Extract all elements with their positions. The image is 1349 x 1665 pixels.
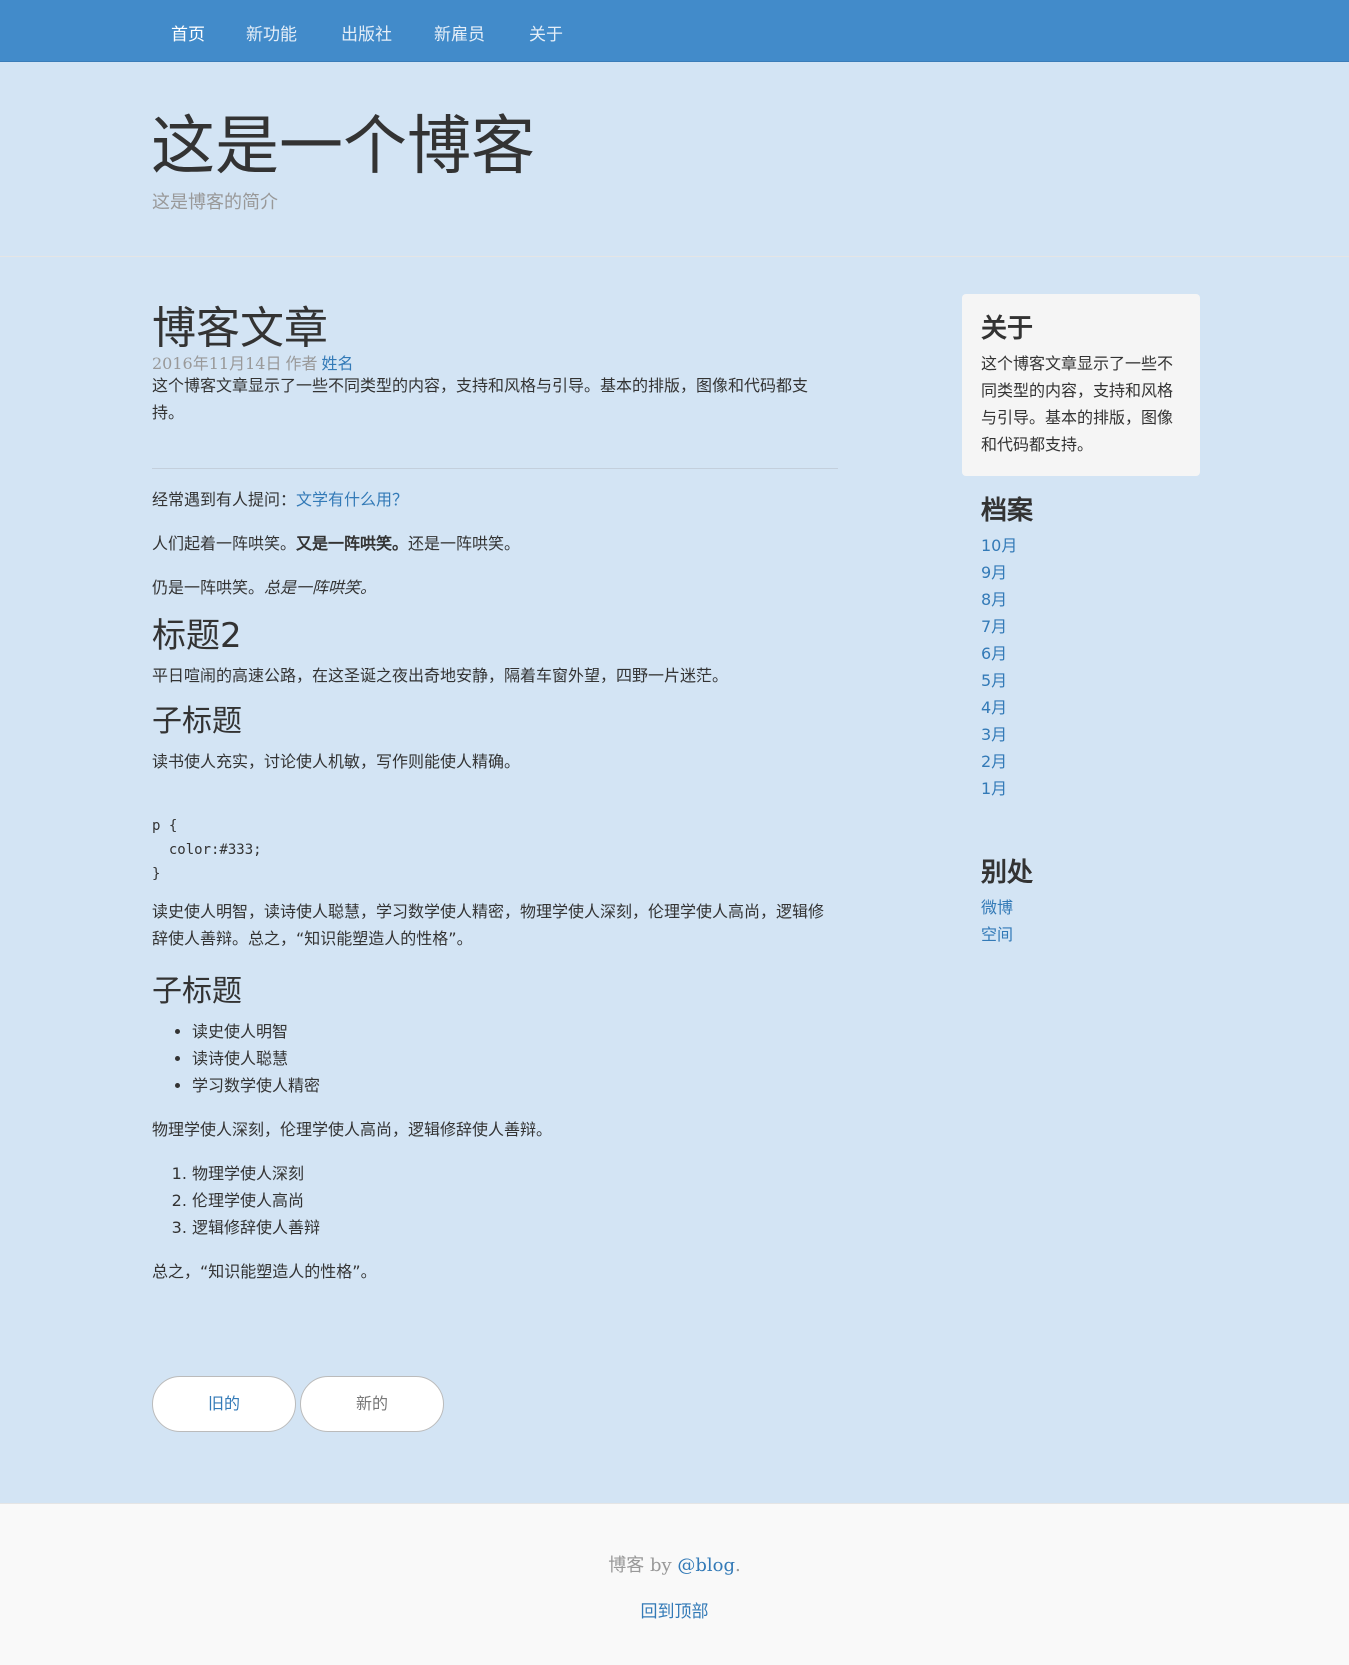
- code-block: p { color:#333; }: [152, 818, 262, 882]
- list-item: 读史使人明智: [192, 1018, 320, 1045]
- archive-link[interactable]: 10月: [981, 532, 1017, 559]
- paragraph-conclusion: 总之，“知识能塑造人的性格”。: [152, 1262, 377, 1281]
- list-item: 伦理学使人高尚: [192, 1187, 320, 1214]
- archive-link[interactable]: 6月: [981, 640, 1017, 667]
- archive-link[interactable]: 3月: [981, 721, 1017, 748]
- paragraph-reading: 读书使人充实，讨论使人机敏，写作则能使人精确。: [152, 752, 521, 771]
- footer-credit: 博客 by @blog.: [0, 1551, 1349, 1577]
- paragraph-question: 经常遇到有人提问：文学有什么用？: [152, 486, 838, 513]
- post-author-link[interactable]: 姓名: [321, 354, 353, 373]
- back-to-top-wrap: 回到顶部: [0, 1597, 1349, 1622]
- archive-link[interactable]: 1月: [981, 775, 1017, 802]
- question-text: 经常遇到有人提问：: [152, 490, 297, 509]
- laughter-text-1: 人们起着一阵哄笑。: [152, 534, 297, 553]
- post-meta: 2016年11月14日 作者 姓名: [152, 350, 353, 374]
- post-intro: 这个博客文章显示了一些不同类型的内容，支持和风格与引导。基本的排版，图像和代码都…: [152, 376, 809, 422]
- footer: 博客 by @blog. 回到顶部: [0, 1503, 1349, 1665]
- archive-link[interactable]: 9月: [981, 559, 1017, 586]
- question-link[interactable]: 文学有什么用？: [296, 490, 408, 509]
- laughter-text-italic: 总是一阵哄笑。: [264, 578, 377, 597]
- back-to-top-link[interactable]: 回到顶部: [641, 1602, 709, 1622]
- footer-credit-prefix: 博客 by: [608, 1555, 678, 1576]
- sidebar-archive-list: 10月 9月 8月 7月 6月 5月 4月 3月 2月 1月: [981, 532, 1017, 802]
- unordered-list: 读史使人明智 读诗使人聪慧 学习数学使人精密: [192, 1018, 320, 1099]
- list-item: 读诗使人聪慧: [192, 1045, 320, 1072]
- archive-link[interactable]: 2月: [981, 748, 1017, 775]
- sidebar-elsewhere-list: 微博 空间: [981, 894, 1013, 948]
- paragraph-physics: 物理学使人深刻，伦理学使人高尚，逻辑修辞使人善辩。: [152, 1120, 553, 1139]
- sidebar-elsewhere-title: 别处: [981, 858, 1034, 888]
- footer-credit-link[interactable]: @blog: [677, 1555, 735, 1576]
- nav-item-new-features[interactable]: 新功能: [246, 20, 297, 45]
- archive-link[interactable]: 5月: [981, 667, 1017, 694]
- top-navbar: 首页 新功能 出版社 新雇员 关于: [0, 0, 1349, 62]
- archive-link[interactable]: 7月: [981, 613, 1017, 640]
- list-item: 物理学使人深刻: [192, 1160, 320, 1187]
- sidebar-about-title: 关于: [981, 314, 1034, 344]
- footer-credit-suffix: .: [735, 1555, 741, 1576]
- post-title: 博客文章: [152, 303, 328, 354]
- laughter-text-4: 仍是一阵哄笑。: [152, 578, 265, 597]
- archive-link[interactable]: 4月: [981, 694, 1017, 721]
- sidebar-about: 关于 这个博客文章显示了一些不同类型的内容，支持和风格与引导。基本的排版，图像和…: [962, 294, 1200, 476]
- newer-posts-button[interactable]: 新的: [300, 1376, 444, 1432]
- post-date: 2016年11月14日: [152, 354, 282, 373]
- heading-2: 标题2: [152, 616, 242, 656]
- blog-description: 这是博客的简介: [152, 192, 278, 213]
- sidebar-about-text: 这个博客文章显示了一些不同类型的内容，支持和风格与引导。基本的排版，图像和代码都…: [981, 354, 1174, 454]
- laughter-text-bold: 又是一阵哄笑。: [296, 534, 409, 553]
- elsewhere-link-qzone[interactable]: 空间: [981, 921, 1013, 948]
- list-item: 逻辑修辞使人善辩: [192, 1214, 320, 1241]
- subheading-1: 子标题: [152, 704, 242, 739]
- nav-item-new-hires[interactable]: 新雇员: [434, 20, 485, 45]
- paragraph-laughter: 人们起着一阵哄笑。又是一阵哄笑。还是一阵哄笑。: [152, 530, 838, 557]
- blog-header: 这是一个博客 这是博客的简介: [0, 62, 1349, 257]
- subheading-2: 子标题: [152, 974, 242, 1009]
- nav-item-home[interactable]: 首页: [171, 20, 205, 45]
- paragraph-laughter-2: 仍是一阵哄笑。总是一阵哄笑。: [152, 574, 838, 601]
- elsewhere-link-weibo[interactable]: 微博: [981, 894, 1013, 921]
- nav-item-press[interactable]: 出版社: [341, 20, 392, 45]
- archive-link[interactable]: 8月: [981, 586, 1017, 613]
- divider: [152, 468, 838, 469]
- sidebar-archive-title: 档案: [981, 496, 1034, 526]
- older-posts-button[interactable]: 旧的: [152, 1376, 296, 1432]
- post-author-label: 作者: [285, 354, 318, 373]
- blog-title: 这是一个博客: [151, 110, 535, 184]
- laughter-text-3: 还是一阵哄笑。: [408, 534, 521, 553]
- list-item: 学习数学使人精密: [192, 1072, 320, 1099]
- nav-item-about[interactable]: 关于: [529, 20, 563, 45]
- paragraph-knowledge: 读史使人明智，读诗使人聪慧，学习数学使人精密，物理学使人深刻，伦理学使人高尚，逻…: [152, 902, 825, 948]
- ordered-list: 物理学使人深刻 伦理学使人高尚 逻辑修辞使人善辩: [192, 1160, 320, 1241]
- paragraph-highway: 平日喧闹的高速公路，在这圣诞之夜出奇地安静，隔着车窗外望，四野一片迷茫。: [152, 666, 729, 685]
